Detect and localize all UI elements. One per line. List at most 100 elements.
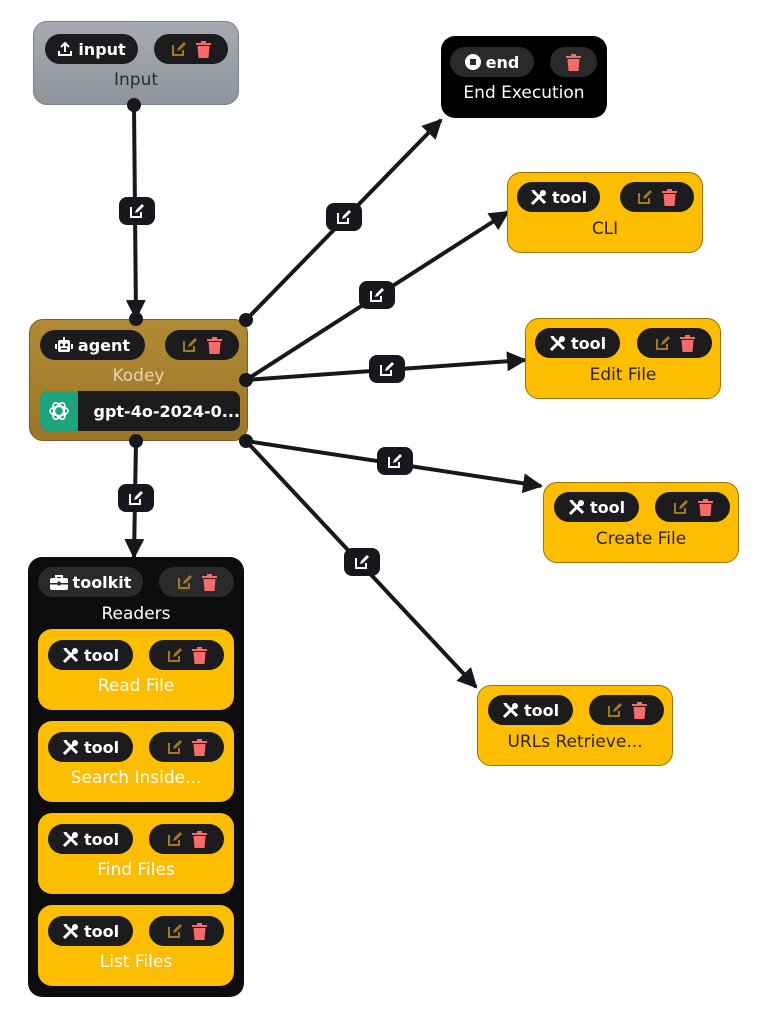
edit-button[interactable] (167, 739, 183, 755)
node-type-label: toolkit (72, 572, 132, 592)
upload-icon (58, 41, 73, 56)
edit-icon (172, 42, 186, 56)
model-selector[interactable]: gpt-4o-2024-0... (40, 391, 240, 431)
node-tool-cli[interactable]: tool CLI (507, 172, 703, 253)
delete-button[interactable] (191, 646, 207, 664)
node-type-badge[interactable]: tool (554, 492, 639, 522)
edit-button[interactable] (167, 923, 183, 939)
trash-icon (196, 40, 211, 58)
edit-button[interactable] (177, 574, 193, 590)
edge-edit-button[interactable] (359, 281, 395, 309)
edit-button[interactable] (182, 337, 198, 353)
node-label: Find Files (97, 860, 175, 880)
node-type-badge[interactable]: toolkit (38, 567, 143, 597)
toolkit-tool-find-files[interactable]: tool Find Files (38, 813, 234, 894)
node-label: Read File (97, 676, 175, 696)
node-type-label: tool (83, 921, 120, 941)
edit-icon (167, 832, 182, 846)
edge-edit-button[interactable] (326, 203, 362, 231)
tools-icon (62, 739, 78, 755)
node-type-badge[interactable]: agent (40, 330, 145, 360)
delete-button[interactable] (631, 701, 647, 719)
edit-button[interactable] (655, 335, 671, 351)
toolkit-tool-read-file[interactable]: tool Read File (38, 629, 234, 710)
delete-button[interactable] (191, 738, 207, 756)
edit-icon (673, 500, 688, 514)
output-handle[interactable] (239, 373, 253, 387)
node-type-badge[interactable]: tool (48, 916, 133, 946)
node-end[interactable]: end End Execution (441, 36, 607, 118)
toolkit-tool-list-files[interactable]: tool List Files (38, 905, 234, 986)
output-handle[interactable] (239, 434, 253, 448)
edit-icon (638, 190, 652, 204)
delete-button[interactable] (566, 53, 581, 71)
output-handle[interactable] (129, 434, 143, 448)
edge-edit-button[interactable] (377, 447, 413, 475)
node-type-label: tool (523, 700, 560, 720)
edge-edit-button[interactable] (119, 197, 155, 225)
node-actions (589, 695, 664, 725)
node-actions (550, 47, 597, 77)
edit-button[interactable] (673, 499, 689, 515)
toolbox-icon (49, 574, 68, 590)
delete-button[interactable] (679, 334, 695, 352)
node-label: Search Inside... (70, 768, 202, 788)
tools-icon (568, 499, 584, 515)
edit-button[interactable] (167, 647, 183, 663)
node-actions (165, 330, 239, 360)
node-tool-create-file[interactable]: tool Create File (543, 482, 739, 563)
edit-icon (167, 740, 182, 754)
node-type-badge[interactable]: tool (517, 182, 600, 212)
node-type-label: end (485, 52, 520, 72)
edge-edit-button[interactable] (369, 355, 405, 383)
node-type-label: tool (83, 645, 120, 665)
node-type-label: tool (83, 737, 120, 757)
input-handle[interactable] (129, 312, 143, 326)
edit-button[interactable] (171, 41, 187, 57)
edge-edit-button[interactable] (344, 548, 380, 576)
edit-button[interactable] (167, 831, 183, 847)
trash-icon (679, 334, 695, 352)
node-type-badge[interactable]: end (450, 47, 534, 77)
node-type-badge[interactable]: input (45, 34, 138, 64)
node-tool-edit-file[interactable]: tool Edit File (525, 318, 721, 399)
toolkit-tool-search-inside[interactable]: tool Search Inside... (38, 721, 234, 802)
node-agent[interactable]: agent Kodey gpt-4o-2024-0... (29, 319, 248, 441)
edit-icon (167, 924, 182, 938)
edge-edit-button[interactable] (118, 484, 154, 512)
delete-button[interactable] (697, 498, 713, 516)
edit-icon (337, 210, 351, 224)
node-type-badge[interactable]: tool (48, 732, 133, 762)
output-handle[interactable] (239, 313, 253, 327)
delete-button[interactable] (191, 922, 207, 940)
tools-icon (530, 189, 546, 205)
edit-icon (355, 555, 369, 569)
delete-button[interactable] (201, 573, 217, 591)
edit-icon (607, 703, 622, 717)
node-type-label: tool (83, 829, 120, 849)
node-type-badge[interactable]: tool (48, 824, 133, 854)
edit-icon (388, 454, 402, 468)
toolkit-label: Readers (101, 604, 171, 624)
node-label: End Execution (463, 83, 585, 103)
node-toolkit[interactable]: toolkit Readers tool Read File tool Sear… (28, 557, 244, 997)
node-label: List Files (99, 952, 173, 972)
output-handle[interactable] (127, 98, 141, 112)
tools-icon (62, 831, 78, 847)
delete-button[interactable] (207, 336, 222, 354)
edit-button[interactable] (637, 189, 653, 205)
node-input[interactable]: input Input (33, 21, 239, 105)
edit-button[interactable] (607, 702, 623, 718)
node-type-badge[interactable]: tool (535, 328, 620, 358)
delete-button[interactable] (191, 830, 207, 848)
trash-icon (191, 646, 207, 664)
delete-button[interactable] (196, 40, 211, 58)
node-type-badge[interactable]: tool (488, 695, 573, 725)
node-tool-urls-retriever[interactable]: tool URLs Retrieve... (477, 685, 673, 766)
node-actions (149, 732, 224, 762)
edit-icon (129, 491, 143, 505)
node-type-badge[interactable]: tool (48, 640, 133, 670)
edit-icon (167, 648, 182, 662)
delete-button[interactable] (662, 188, 677, 206)
trash-icon (191, 830, 207, 848)
